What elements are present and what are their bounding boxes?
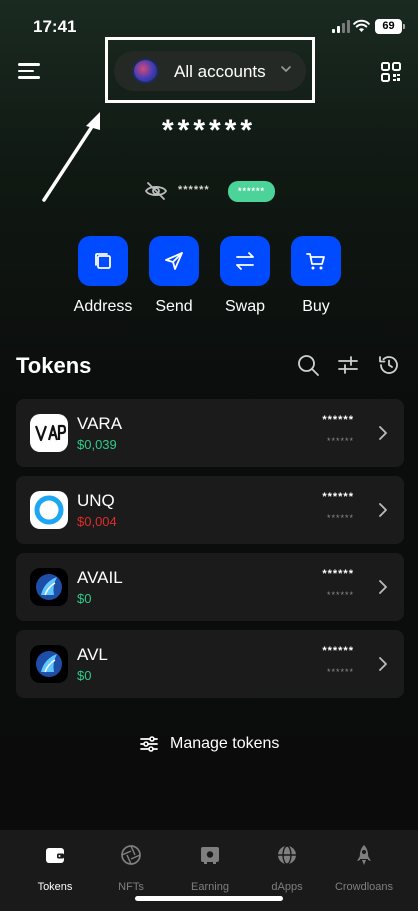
token-row-avail[interactable]: AVAIL $0 ****** ****** — [16, 553, 404, 621]
nav-label: dApps — [271, 881, 303, 893]
manage-tokens-label: Manage tokens — [170, 735, 280, 752]
nav-tokens[interactable]: Tokens — [20, 844, 90, 893]
home-indicator — [135, 896, 283, 901]
nav-dapps[interactable]: dApps — [252, 844, 322, 893]
token-price: $0 — [77, 591, 92, 606]
token-row-unq[interactable]: UNQ $0,004 ****** ****** — [16, 476, 404, 544]
swap-label: Swap — [224, 298, 266, 315]
avl-logo-icon — [30, 645, 68, 683]
nav-label: Crowdloans — [334, 881, 394, 893]
token-name: VARA — [77, 414, 123, 433]
nav-label: NFTs — [118, 881, 144, 893]
sliders-icon — [140, 736, 158, 752]
send-button[interactable] — [149, 236, 199, 286]
token-name: AVAIL — [77, 568, 123, 587]
history-icon[interactable] — [377, 353, 401, 377]
avail-logo-icon — [30, 568, 68, 606]
menu-icon[interactable] — [18, 62, 40, 80]
send-label: Send — [155, 298, 193, 315]
filter-icon[interactable] — [336, 353, 360, 377]
nav-label: Earning — [191, 881, 229, 893]
total-balance: ****** — [161, 114, 257, 147]
token-row-avl[interactable]: AVL $0 ****** ****** — [16, 630, 404, 698]
token-value: ****** — [326, 667, 354, 677]
token-price: $0,039 — [77, 437, 117, 452]
eye-slash-icon[interactable] — [144, 179, 168, 203]
chevron-right-icon — [379, 503, 387, 517]
token-balance: ****** — [322, 414, 354, 426]
nav-crowdloans[interactable]: Crowdloans — [329, 844, 399, 893]
chevron-right-icon — [379, 580, 387, 594]
search-icon[interactable] — [296, 353, 320, 377]
battery-indicator: 69 — [375, 19, 405, 34]
wifi-icon — [353, 19, 370, 32]
nav-nfts[interactable]: NFTs — [96, 844, 166, 893]
token-price: $0,004 — [77, 514, 117, 529]
token-balance: ****** — [322, 645, 354, 657]
swap-button[interactable] — [220, 236, 270, 286]
address-label: Address — [73, 298, 133, 315]
copy-icon — [95, 253, 111, 269]
annotation-highlight-box — [105, 37, 315, 103]
token-balance: ****** — [322, 491, 354, 503]
token-balance: ****** — [322, 568, 354, 580]
globe-icon — [278, 845, 296, 865]
vara-logo-icon — [30, 414, 68, 452]
token-row-vara[interactable]: VARA $0,039 ****** ****** — [16, 399, 404, 467]
nav-earning[interactable]: Earning — [175, 844, 245, 893]
token-value: ****** — [326, 513, 354, 523]
buy-action[interactable]: Buy — [281, 236, 351, 316]
status-time: 17:41 — [33, 17, 77, 36]
send-icon — [165, 252, 183, 270]
qr-scan-icon[interactable] — [381, 62, 401, 82]
token-price: $0 — [77, 668, 92, 683]
wallet-icon — [46, 848, 64, 863]
safe-icon — [201, 847, 219, 864]
cart-icon — [306, 253, 325, 270]
token-value: ****** — [326, 590, 354, 600]
chevron-right-icon — [379, 657, 387, 671]
aperture-icon — [121, 845, 141, 865]
address-button[interactable] — [78, 236, 128, 286]
rocket-icon — [357, 845, 371, 865]
hidden-balance: ****** — [178, 184, 210, 196]
token-name: UNQ — [77, 491, 115, 510]
nav-label: Tokens — [37, 881, 73, 893]
buy-label: Buy — [302, 298, 330, 315]
chevron-right-icon — [379, 426, 387, 440]
token-name: AVL — [77, 645, 108, 664]
address-action[interactable]: Address — [68, 236, 138, 316]
swap-icon — [236, 252, 254, 270]
unq-logo-icon — [30, 491, 68, 529]
token-value: ****** — [326, 436, 354, 446]
cellular-signal-icon — [332, 20, 350, 33]
balance-change-badge: ****** — [228, 181, 275, 202]
send-action[interactable]: Send — [139, 236, 209, 316]
tokens-title: Tokens — [16, 353, 92, 378]
swap-action[interactable]: Swap — [210, 236, 280, 316]
buy-button[interactable] — [291, 236, 341, 286]
